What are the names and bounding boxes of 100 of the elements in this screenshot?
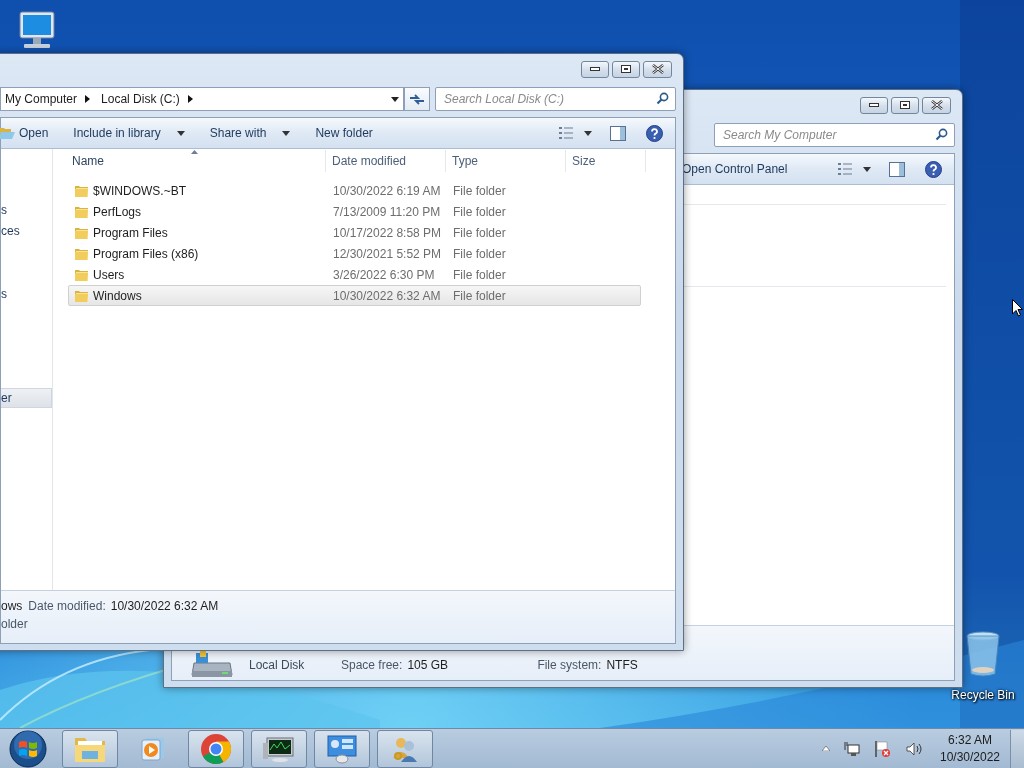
file-row[interactable]: Program Files 10/17/2022 8:58 PM File folder <box>68 222 641 243</box>
file-row[interactable]: Windows 10/30/2022 6:32 AM File folder <box>68 285 641 306</box>
file-name: PerfLogs <box>93 204 143 219</box>
windows-logo-icon <box>9 729 47 768</box>
caret-icon[interactable] <box>584 130 592 136</box>
menu-button[interactable]: Share with <box>203 122 297 144</box>
folder-icon <box>74 288 89 303</box>
folder-icon <box>74 183 89 198</box>
taskbar-button[interactable] <box>251 729 307 768</box>
file-row[interactable]: $WINDOWS.~BT 10/30/2022 6:19 AM File folder <box>68 180 641 201</box>
drive-icon <box>190 651 234 679</box>
caret-icon <box>282 130 291 136</box>
speaker-icon[interactable] <box>906 741 923 756</box>
flag-icon[interactable] <box>874 739 892 758</box>
chrome-icon <box>200 732 232 765</box>
maximize-icon <box>900 101 910 109</box>
chevron-icon[interactable] <box>187 95 193 103</box>
file-name: Windows <box>93 288 143 303</box>
detail-label: Space free: <box>341 658 403 672</box>
detail-label: Date modified: <box>28 599 106 613</box>
menu-button[interactable]: Include in library <box>67 122 191 144</box>
search-field[interactable]: Search My Computer <box>714 123 955 147</box>
file-type: File folder <box>453 267 506 282</box>
column-header[interactable]: Size <box>566 150 646 172</box>
date-modified: 3/26/2022 6:30 PM <box>333 267 436 282</box>
clock-date: 10/30/2022 <box>939 748 1001 766</box>
show-hidden-icons-icon[interactable] <box>822 746 830 751</box>
clock-time: 6:32 AM <box>948 731 992 749</box>
date-modified: 7/13/2009 11:20 PM <box>333 204 442 219</box>
file-type: File folder <box>453 183 506 198</box>
control-panel-icon <box>326 733 358 764</box>
open-button[interactable]: Open <box>0 122 55 144</box>
folder-open-icon <box>0 126 15 140</box>
minimize-icon <box>590 67 600 71</box>
media-player-icon <box>140 735 166 762</box>
refresh-icon <box>409 92 425 106</box>
folder-icon <box>74 204 89 219</box>
file-type: File folder <box>453 288 506 303</box>
search-icon <box>656 92 669 105</box>
breadcrumb[interactable]: Local Disk (C:) <box>100 92 188 106</box>
file-row[interactable]: Users 3/26/2022 6:30 PM File folder <box>68 264 641 285</box>
date-modified: 10/30/2022 6:19 AM <box>333 183 442 198</box>
address-bar[interactable]: My Computer Local Disk (C:) <box>0 87 404 111</box>
caret-icon[interactable] <box>863 166 871 172</box>
cursor-icon <box>1012 299 1023 317</box>
view-options-icon[interactable] <box>838 162 853 176</box>
minimize-button[interactable] <box>581 60 609 78</box>
maximize-button[interactable] <box>891 96 919 114</box>
file-name: $WINDOWS.~BT <box>93 183 187 198</box>
file-type: File folder <box>453 225 506 240</box>
file-type: File folder <box>453 246 506 261</box>
minimize-icon <box>869 103 879 107</box>
clock[interactable]: 6:32 AM 10/30/2022 <box>938 731 1002 766</box>
item-name: ows <box>1 599 23 613</box>
close-icon <box>930 100 943 110</box>
close-icon <box>651 64 664 74</box>
help-icon[interactable] <box>925 160 942 178</box>
column-header[interactable]: Type <box>446 150 566 172</box>
chevron-icon[interactable] <box>85 95 91 103</box>
preview-pane-icon[interactable] <box>889 161 905 177</box>
folder-icon <box>74 225 89 240</box>
minimize-button[interactable] <box>860 96 888 114</box>
caret-icon[interactable] <box>391 96 399 102</box>
refresh-button[interactable] <box>404 87 430 111</box>
network-icon[interactable] <box>844 740 860 757</box>
date-modified: 12/30/2021 5:52 PM <box>333 246 443 261</box>
breadcrumb[interactable]: My Computer <box>4 92 86 106</box>
sort-arrow-icon <box>191 150 198 154</box>
item-type: older <box>1 617 29 631</box>
detail-value: 10/30/2022 6:32 AM <box>110 599 219 613</box>
search-field[interactable]: Search Local Disk (C:) <box>435 87 676 111</box>
caret-icon <box>176 130 185 136</box>
sidebar-item[interactable]: s <box>1 284 52 305</box>
date-modified: 10/30/2022 6:32 AM <box>333 288 442 303</box>
close-button[interactable] <box>922 96 951 114</box>
search-icon <box>935 128 948 141</box>
column-header[interactable]: Date modified <box>326 150 446 172</box>
maximize-button[interactable] <box>612 60 640 78</box>
close-button[interactable] <box>643 60 672 78</box>
file-row[interactable]: Program Files (x86) 12/30/2021 5:52 PM File folder <box>68 243 641 264</box>
detail-value: NTFS <box>606 658 639 672</box>
detail-label: File system: <box>537 658 602 672</box>
toolbar-button[interactable]: New folder <box>309 122 379 144</box>
desktop-icon-label[interactable]: Recycle Bin <box>951 688 1015 702</box>
file-name: Program Files (x86) <box>93 246 200 261</box>
view-options-icon[interactable] <box>559 126 574 140</box>
recycle-bin-icon[interactable] <box>965 630 1001 678</box>
sidebar-item[interactable]: er <box>1 388 52 408</box>
help-icon[interactable] <box>646 124 663 142</box>
column-header[interactable]: Name <box>53 150 326 172</box>
drive-name: Local Disk <box>249 658 306 672</box>
folder-icon <box>74 267 89 282</box>
file-name: Program Files <box>93 225 169 240</box>
monitor-icon <box>263 734 295 763</box>
file-row[interactable]: PerfLogs 7/13/2009 11:20 PM File folder <box>68 201 641 222</box>
sidebar-item[interactable]: s <box>1 200 52 221</box>
preview-pane-icon[interactable] <box>610 125 626 141</box>
sidebar-item[interactable]: ces <box>1 221 52 242</box>
date-modified: 10/17/2022 8:58 PM <box>333 225 443 240</box>
folder-icon <box>74 246 89 261</box>
